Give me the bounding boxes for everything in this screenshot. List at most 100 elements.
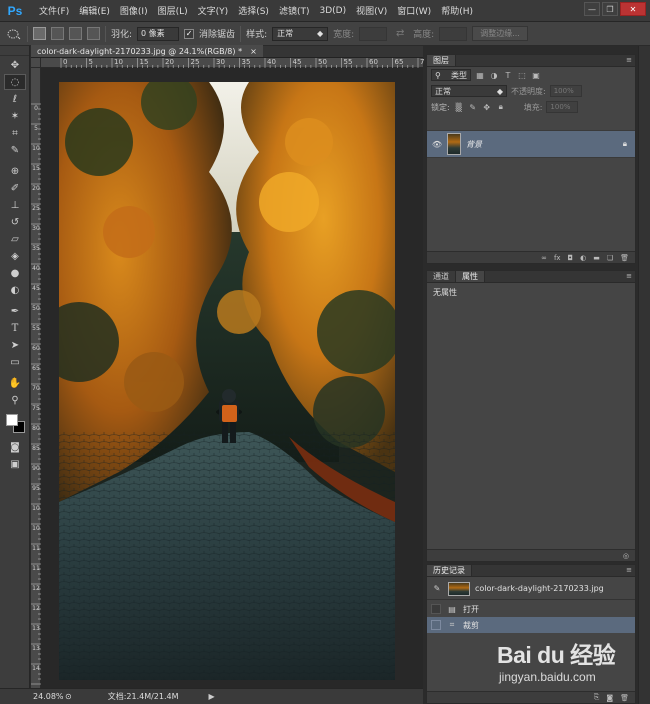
panel-menu-icon[interactable]: ≡: [626, 566, 632, 574]
delete-state-icon[interactable]: 🗑︎: [620, 694, 629, 702]
quick-mask-icon[interactable]: ◙: [4, 439, 26, 455]
healing-brush-tool-icon[interactable]: ⊕: [4, 163, 26, 179]
dodge-tool-icon[interactable]: ◐: [4, 282, 26, 298]
adjustment-layer-icon[interactable]: ◐: [580, 254, 586, 262]
type-tool-icon[interactable]: T: [4, 320, 26, 336]
filter-shape-icon[interactable]: ⬚: [517, 70, 527, 80]
zoom-level[interactable]: 24.08%: [31, 692, 65, 701]
pen-tool-icon[interactable]: ✒: [4, 303, 26, 319]
tab-properties[interactable]: 属性: [456, 271, 485, 282]
screen-mode-icon[interactable]: ▣: [4, 456, 26, 472]
menu-type[interactable]: 文字(Y): [193, 4, 234, 17]
filter-adjustment-icon[interactable]: ◑: [489, 70, 499, 80]
magic-wand-tool-icon[interactable]: ✶: [4, 108, 26, 124]
canvas-area[interactable]: [42, 69, 423, 688]
menu-layer[interactable]: 图层(L): [153, 4, 193, 17]
layer-row-background[interactable]: 👁︎ 背景 🔒︎: [427, 130, 635, 158]
lock-position-icon[interactable]: ✥: [482, 102, 492, 112]
delete-layer-icon[interactable]: 🗑︎: [620, 254, 629, 262]
fill-input[interactable]: 100%: [546, 101, 579, 113]
history-item-open[interactable]: ▤ 打开: [427, 601, 635, 617]
tab-history[interactable]: 历史记录: [427, 565, 472, 576]
lock-all-icon[interactable]: 🔒︎: [496, 102, 506, 112]
antialias-checkbox[interactable]: ✓: [184, 28, 195, 39]
rectangle-tool-icon[interactable]: ▭: [4, 354, 26, 370]
lock-image-icon[interactable]: ✎: [468, 102, 478, 112]
brush-tool-icon[interactable]: ✐: [4, 180, 26, 196]
collapsed-panel-strip[interactable]: [638, 46, 650, 704]
path-selection-tool-icon[interactable]: ➤: [4, 337, 26, 353]
hand-tool-icon[interactable]: ✋: [4, 375, 26, 391]
history-item-crop[interactable]: ⌗ 裁剪: [427, 617, 635, 633]
history-snapshot[interactable]: ✎ color-dark-daylight-2170233.jpg: [427, 578, 635, 600]
history-brush-tool-icon[interactable]: ↺: [4, 214, 26, 230]
zoom-tool-icon[interactable]: ⚲: [4, 392, 26, 408]
new-selection-icon[interactable]: [33, 27, 46, 40]
opacity-input[interactable]: 100%: [549, 85, 582, 97]
add-selection-icon[interactable]: [51, 27, 64, 40]
elliptical-marquee-tool-icon[interactable]: ◌: [4, 74, 26, 90]
layer-filter-select[interactable]: ⚲ 类型: [431, 69, 471, 81]
move-tool-icon[interactable]: ✥: [4, 57, 26, 73]
clone-stamp-tool-icon[interactable]: ⊥: [4, 197, 26, 213]
blur-tool-icon[interactable]: ●: [4, 265, 26, 281]
menu-edit[interactable]: 编辑(E): [74, 4, 115, 17]
history-brush-source-icon[interactable]: ✎: [431, 583, 443, 594]
menu-view[interactable]: 视图(V): [351, 4, 392, 17]
filter-type-icon[interactable]: T: [503, 70, 513, 80]
intersect-selection-icon[interactable]: [87, 27, 100, 40]
toolbar-grip[interactable]: [0, 46, 29, 56]
lock-transparent-icon[interactable]: ▒: [454, 102, 464, 112]
menu-file[interactable]: 文件(F): [34, 4, 74, 17]
subtract-selection-icon[interactable]: [69, 27, 82, 40]
color-swatches[interactable]: [3, 412, 29, 438]
history-source-checkbox[interactable]: [431, 620, 441, 630]
menu-select[interactable]: 选择(S): [233, 4, 274, 17]
eyedropper-tool-icon[interactable]: ✎: [4, 142, 26, 158]
swap-icon[interactable]: ⇄: [392, 26, 408, 42]
new-document-from-state-icon[interactable]: ⎘: [594, 693, 600, 702]
feather-input[interactable]: 0 像素: [137, 26, 180, 41]
blend-mode-select[interactable]: 正常 ◆: [431, 85, 507, 97]
menu-image[interactable]: 图像(I): [115, 4, 153, 17]
menu-help[interactable]: 帮助(H): [436, 4, 478, 17]
layer-style-icon[interactable]: fx: [554, 254, 561, 262]
horizontal-ruler[interactable]: 0510152025303540455055606570: [41, 58, 429, 68]
crop-tool-icon[interactable]: ⌗: [4, 125, 26, 141]
filter-smart-object-icon[interactable]: ▣: [531, 70, 541, 80]
panel-menu-icon[interactable]: ≡: [626, 272, 632, 280]
document-tab[interactable]: color-dark-daylight-2170233.jpg @ 24.1%(…: [31, 45, 263, 57]
menu-window[interactable]: 窗口(W): [392, 4, 436, 17]
status-info-icon[interactable]: ⊙: [65, 692, 72, 701]
close-button[interactable]: ✕: [620, 2, 646, 16]
vertical-ruler[interactable]: 0 5 10 15 20 25 30 35 40 45 50 55 60 65 70 75 80 85 90 95 10…: [31, 68, 41, 688]
minimize-button[interactable]: —: [584, 2, 600, 16]
status-menu-arrow[interactable]: ▶: [209, 692, 215, 701]
tab-layers[interactable]: 图层: [427, 55, 456, 66]
style-select[interactable]: 正常 ◆: [272, 26, 329, 41]
properties-options-icon[interactable]: ◎: [623, 552, 629, 560]
refine-edge-button[interactable]: 调整边缘...: [472, 26, 528, 41]
filter-pixel-icon[interactable]: ▦: [475, 70, 485, 80]
document-image[interactable]: [59, 82, 395, 680]
history-source-checkbox[interactable]: [431, 604, 441, 614]
tab-channels[interactable]: 通道: [427, 271, 456, 282]
menu-3d[interactable]: 3D(D): [314, 6, 351, 16]
layer-mask-icon[interactable]: ◘: [568, 254, 574, 262]
menu-filter[interactable]: 滤镜(T): [274, 4, 315, 17]
visibility-eye-icon[interactable]: 👁︎: [432, 139, 442, 149]
restore-button[interactable]: ❐: [602, 2, 618, 16]
camera-snapshot-icon[interactable]: ◙: [606, 694, 613, 702]
ruler-origin[interactable]: [31, 58, 41, 68]
marquee-preset-icon[interactable]: [6, 26, 22, 42]
eraser-tool-icon[interactable]: ▱: [4, 231, 26, 247]
paint-bucket-tool-icon[interactable]: ◈: [4, 248, 26, 264]
height-input[interactable]: [439, 26, 468, 41]
lasso-tool-icon[interactable]: ℓ: [4, 91, 26, 107]
new-group-icon[interactable]: ▬: [593, 254, 600, 262]
link-layers-icon[interactable]: ∞: [541, 254, 547, 262]
new-layer-icon[interactable]: ❏: [607, 254, 613, 262]
width-input[interactable]: [359, 26, 388, 41]
panel-menu-icon[interactable]: ≡: [626, 56, 632, 64]
tab-close-icon[interactable]: ×: [250, 47, 257, 56]
